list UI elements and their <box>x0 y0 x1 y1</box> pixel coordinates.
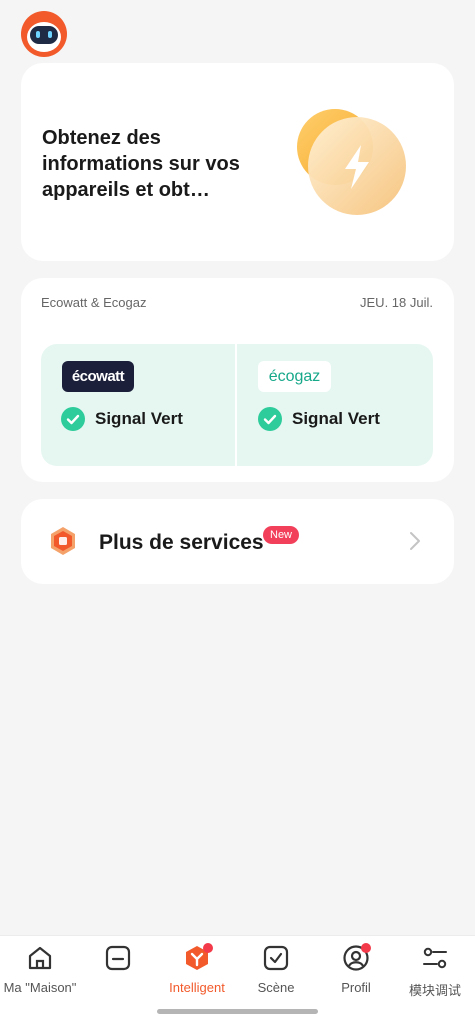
eco-card-date: JEU. 18 Juil. <box>360 295 433 310</box>
ecowatt-ecogaz-card[interactable]: Ecowatt & Ecogaz JEU. 18 Juil. écowatt S… <box>21 278 454 482</box>
eco-card-title: Ecowatt & Ecogaz <box>41 295 147 310</box>
more-services-label: Plus de services <box>99 531 264 554</box>
ecogaz-signal-label: Signal Vert <box>292 409 380 428</box>
tab-module-debug[interactable]: 模块调试 <box>395 944 475 999</box>
check-circle-icon <box>258 407 282 431</box>
lightning-bolt-icon <box>297 109 406 215</box>
promo-card[interactable]: Obtenez des informations sur vos apparei… <box>21 63 454 261</box>
tab-intelligent[interactable]: Intelligent <box>157 943 237 995</box>
tab-module-debug-label: 模块调试 <box>408 983 461 998</box>
eco-signal-panel: écowatt Signal Vert écogaz Signal Vert <box>41 344 433 466</box>
notification-dot <box>203 943 213 953</box>
check-circle-icon <box>61 407 85 431</box>
ecowatt-signal[interactable]: Signal Vert <box>61 407 183 431</box>
check-square-icon <box>263 945 289 971</box>
ecowatt-signal-label: Signal Vert <box>95 409 183 428</box>
robot-icon <box>21 11 67 57</box>
ecogaz-logo: écogaz <box>258 361 331 392</box>
chevron-right-icon <box>410 532 420 550</box>
tab-home[interactable]: Ma "Maison" <box>0 944 80 995</box>
assistant-avatar[interactable] <box>21 11 67 57</box>
tab-devices[interactable] <box>78 944 158 972</box>
more-services-card[interactable]: Plus de services New <box>21 499 454 584</box>
tab-intelligent-label: Intelligent <box>169 980 225 995</box>
tab-home-label: Ma "Maison" <box>3 980 77 995</box>
new-badge: New <box>263 526 300 544</box>
tab-profile[interactable]: Profil <box>316 943 396 995</box>
home-indicator[interactable] <box>157 1009 318 1014</box>
notification-dot <box>361 943 371 953</box>
home-icon <box>28 946 52 970</box>
tab-scene[interactable]: Scène <box>236 944 316 995</box>
ecowatt-logo: écowatt <box>62 361 134 392</box>
tab-scene-label: Scène <box>257 980 295 995</box>
promo-text: Obtenez des informations sur vos apparei… <box>42 127 240 201</box>
ecogaz-signal[interactable]: Signal Vert <box>258 407 380 431</box>
minus-square-icon <box>105 945 131 971</box>
divider <box>235 344 237 466</box>
tab-profile-label: Profil <box>341 980 371 995</box>
sliders-icon <box>423 947 447 969</box>
services-icon <box>51 527 75 555</box>
